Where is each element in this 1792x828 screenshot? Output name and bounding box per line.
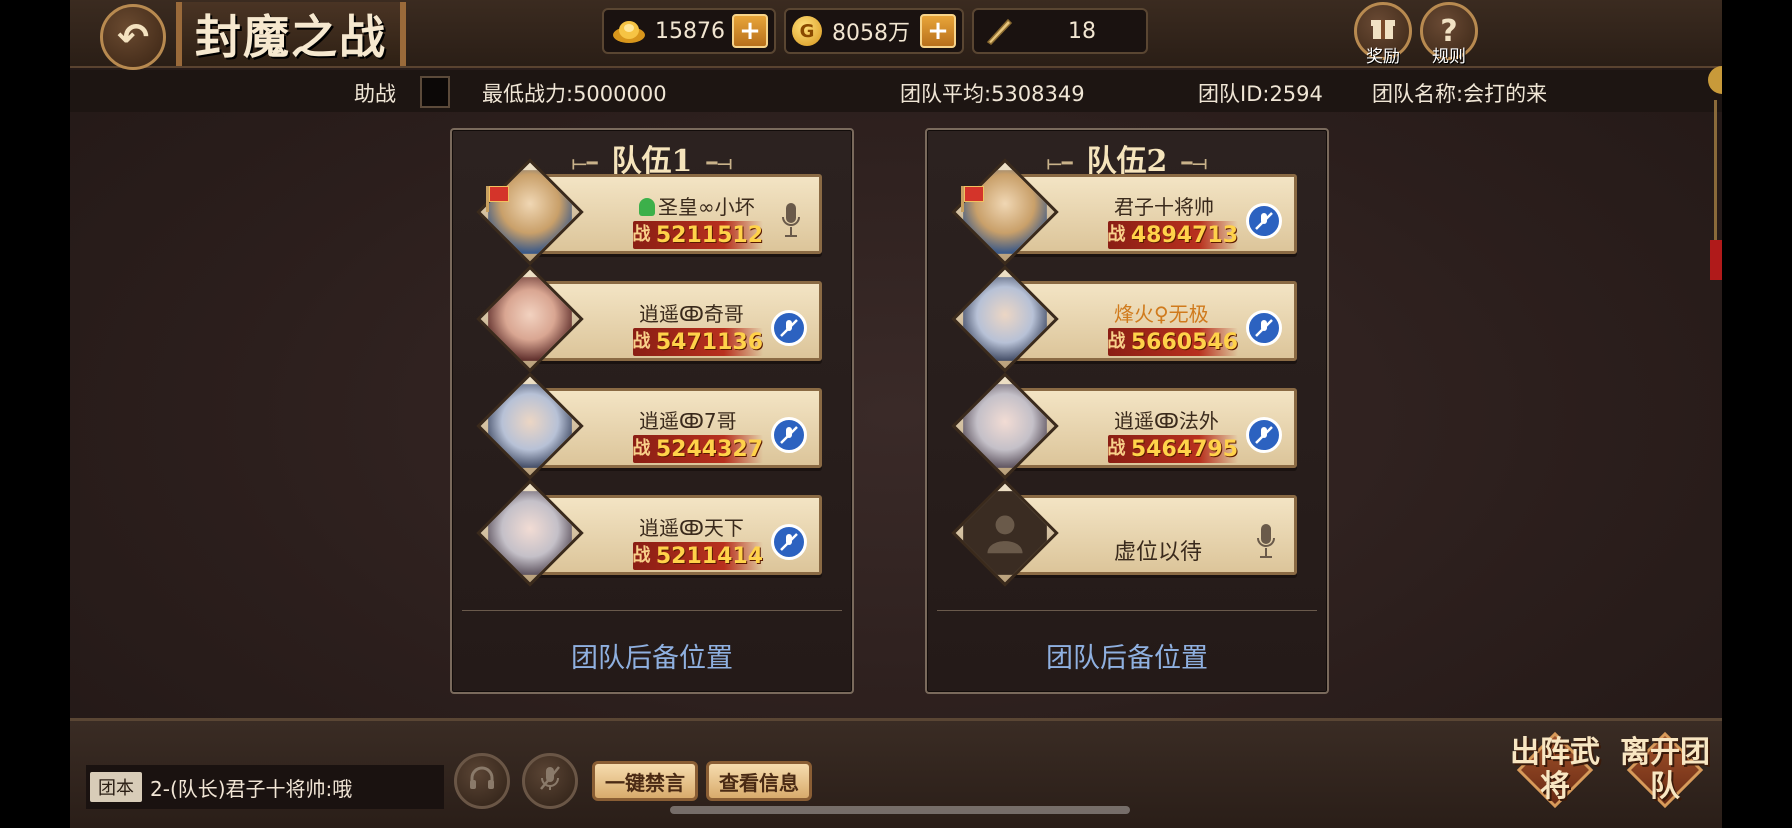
power-badge-icon: 战 — [632, 331, 651, 352]
member-power-value: 5244327 — [655, 436, 763, 462]
reserve-divider — [937, 610, 1317, 611]
team-member-slot[interactable]: 虚位以待 — [951, 479, 1303, 587]
member-power: 战 5471136 — [632, 328, 763, 356]
member-power-value: 4894713 — [1130, 222, 1238, 248]
reserve-position-button[interactable]: 团队后备位置 — [927, 636, 1327, 675]
deploy-generals-button[interactable]: 出阵武将 — [1510, 725, 1600, 815]
voice-muted-icon[interactable] — [1246, 310, 1282, 346]
member-power: 战 5211414 — [632, 542, 763, 570]
team-member-slot[interactable]: 逍遥ↂ奇哥战 5471136 — [476, 265, 828, 373]
assist-checkbox[interactable] — [420, 76, 450, 108]
reserve-divider — [462, 610, 842, 611]
member-power: 战 4894713 — [1107, 221, 1238, 249]
mute-all-button[interactable]: 一键禁言 — [592, 761, 698, 801]
member-name: 圣皇∞小坏 — [639, 191, 755, 220]
voice-muted-icon[interactable] — [771, 524, 807, 560]
team-member-slot[interactable]: 烽火♀无极战 5660546 — [951, 265, 1303, 373]
token-currency: 18 — [972, 8, 1148, 54]
member-power-value: 5660546 — [1130, 329, 1238, 355]
leader-flag-icon — [961, 186, 984, 212]
leave-team-label: 离开团队 — [1620, 735, 1710, 804]
assist-label: 助战 — [354, 82, 396, 106]
member-name: 逍遥ↂ7哥 — [639, 409, 737, 433]
top-bar: ↶ 封魔之战 15876 + G 8058万 + 18 奖励 ? 规则 — [70, 0, 1722, 70]
token-icon — [980, 12, 1018, 50]
microphone-muted-icon — [536, 764, 564, 798]
reserve-position-button[interactable]: 团队后备位置 — [452, 636, 852, 675]
team-panel-2: ⟝━ 队伍2 ━⟞ 君子十将帅战 4894713 烽火♀无极战 5660546 逍遥ↂ法外战 5… — [925, 128, 1329, 694]
title-plaque: 封魔之战 — [176, 2, 406, 66]
team-id-label: 团队ID:2594 — [1198, 82, 1323, 106]
microphone-icon[interactable] — [781, 201, 801, 241]
rules-label: 规则 — [1432, 47, 1466, 67]
team-member-slot[interactable]: 圣皇∞小坏战 5211512 — [476, 158, 828, 266]
bottom-bar: 团本 2-(队长)君子十将帅:哦 一键禁言 查看信息 出阵武将 离开团队 — [70, 718, 1722, 828]
power-badge-icon: 战 — [632, 545, 651, 566]
team-average-label: 团队平均:5308349 — [900, 82, 1085, 106]
coin-currency: G 8058万 + — [784, 8, 964, 54]
token-value: 18 — [1068, 18, 1096, 44]
member-power: 战 5660546 — [1107, 328, 1238, 356]
member-name: 逍遥ↂ奇哥 — [639, 302, 744, 326]
back-button[interactable]: ↶ — [100, 4, 166, 70]
power-badge-icon: 战 — [632, 224, 651, 245]
team-member-slot[interactable]: 逍遥ↂ7哥战 5244327 — [476, 372, 828, 480]
gold-ingot-value: 15876 — [655, 18, 725, 44]
min-power-label: 最低战力:5000000 — [482, 82, 667, 106]
member-power-value: 5464795 — [1130, 436, 1238, 462]
chat-message: 2-(队长)君子十将帅:哦 — [150, 776, 353, 801]
coin-value: 8058万 — [832, 21, 910, 46]
leader-flag-icon — [486, 186, 509, 212]
member-name: 逍遥ↂ天下 — [639, 516, 744, 540]
member-name: 虚位以待 — [1114, 540, 1203, 565]
voice-muted-icon[interactable] — [771, 310, 807, 346]
member-name: 逍遥ↂ法外 — [1114, 409, 1219, 433]
member-name: 君子十将帅 — [1114, 195, 1214, 219]
voice-muted-icon[interactable] — [1246, 417, 1282, 453]
member-power: 战 5464795 — [1107, 435, 1238, 463]
team-name-label: 团队名称:会打的来 — [1372, 82, 1548, 106]
reward-label: 奖励 — [1366, 47, 1400, 67]
chat-channel-badge: 团本 — [90, 772, 142, 802]
microphone-button[interactable] — [522, 753, 578, 809]
back-arrow-icon: ↶ — [117, 15, 149, 59]
leave-team-button[interactable]: 离开团队 — [1620, 725, 1710, 815]
gold-ingot-currency: 15876 + — [602, 8, 776, 54]
side-ornament-icon — [1708, 66, 1722, 280]
team-info-row: 助战 最低战力:5000000 团队平均:5308349 团队ID:2594 团… — [70, 70, 1722, 112]
deploy-generals-label: 出阵武将 — [1510, 735, 1600, 804]
team-member-slot[interactable]: 逍遥ↂ法外战 5464795 — [951, 372, 1303, 480]
game-screen: ↶ 封魔之战 15876 + G 8058万 + 18 奖励 ? 规则 助战 最… — [70, 0, 1722, 828]
team-member-slot[interactable]: 逍遥ↂ天下战 5211414 — [476, 479, 828, 587]
gold-ingot-icon — [610, 12, 648, 50]
member-power: 战 5211512 — [632, 221, 763, 249]
team-member-slot[interactable]: 君子十将帅战 4894713 — [951, 158, 1303, 266]
add-coin-button[interactable]: + — [920, 14, 956, 48]
page-title: 封魔之战 — [195, 10, 387, 64]
view-info-button[interactable]: 查看信息 — [706, 761, 812, 801]
member-power-value: 5471136 — [655, 329, 763, 355]
voice-muted-icon[interactable] — [1246, 203, 1282, 239]
headset-icon — [468, 764, 496, 798]
team-panel-1: ⟝━ 队伍1 ━⟞ 圣皇∞小坏战 5211512 逍遥ↂ奇哥战 5471136 逍遥ↂ7哥战 5… — [450, 128, 854, 694]
power-badge-icon: 战 — [1107, 224, 1126, 245]
member-power: 战 5244327 — [632, 435, 763, 463]
member-power-value: 5211414 — [655, 543, 763, 569]
microphone-icon[interactable] — [1256, 522, 1276, 562]
power-badge-icon: 战 — [1107, 331, 1126, 352]
online-status-icon — [639, 198, 655, 216]
add-gold-ingot-button[interactable]: + — [732, 14, 768, 48]
power-badge-icon: 战 — [1107, 438, 1126, 459]
coin-icon: G — [792, 16, 822, 46]
power-badge-icon: 战 — [632, 438, 651, 459]
voice-muted-icon[interactable] — [771, 417, 807, 453]
member-power-value: 5211512 — [655, 222, 763, 248]
headset-button[interactable] — [454, 753, 510, 809]
chat-box[interactable]: 团本 2-(队长)君子十将帅:哦 — [86, 765, 444, 809]
member-name: 烽火♀无极 — [1114, 302, 1209, 326]
home-indicator — [670, 806, 1130, 814]
